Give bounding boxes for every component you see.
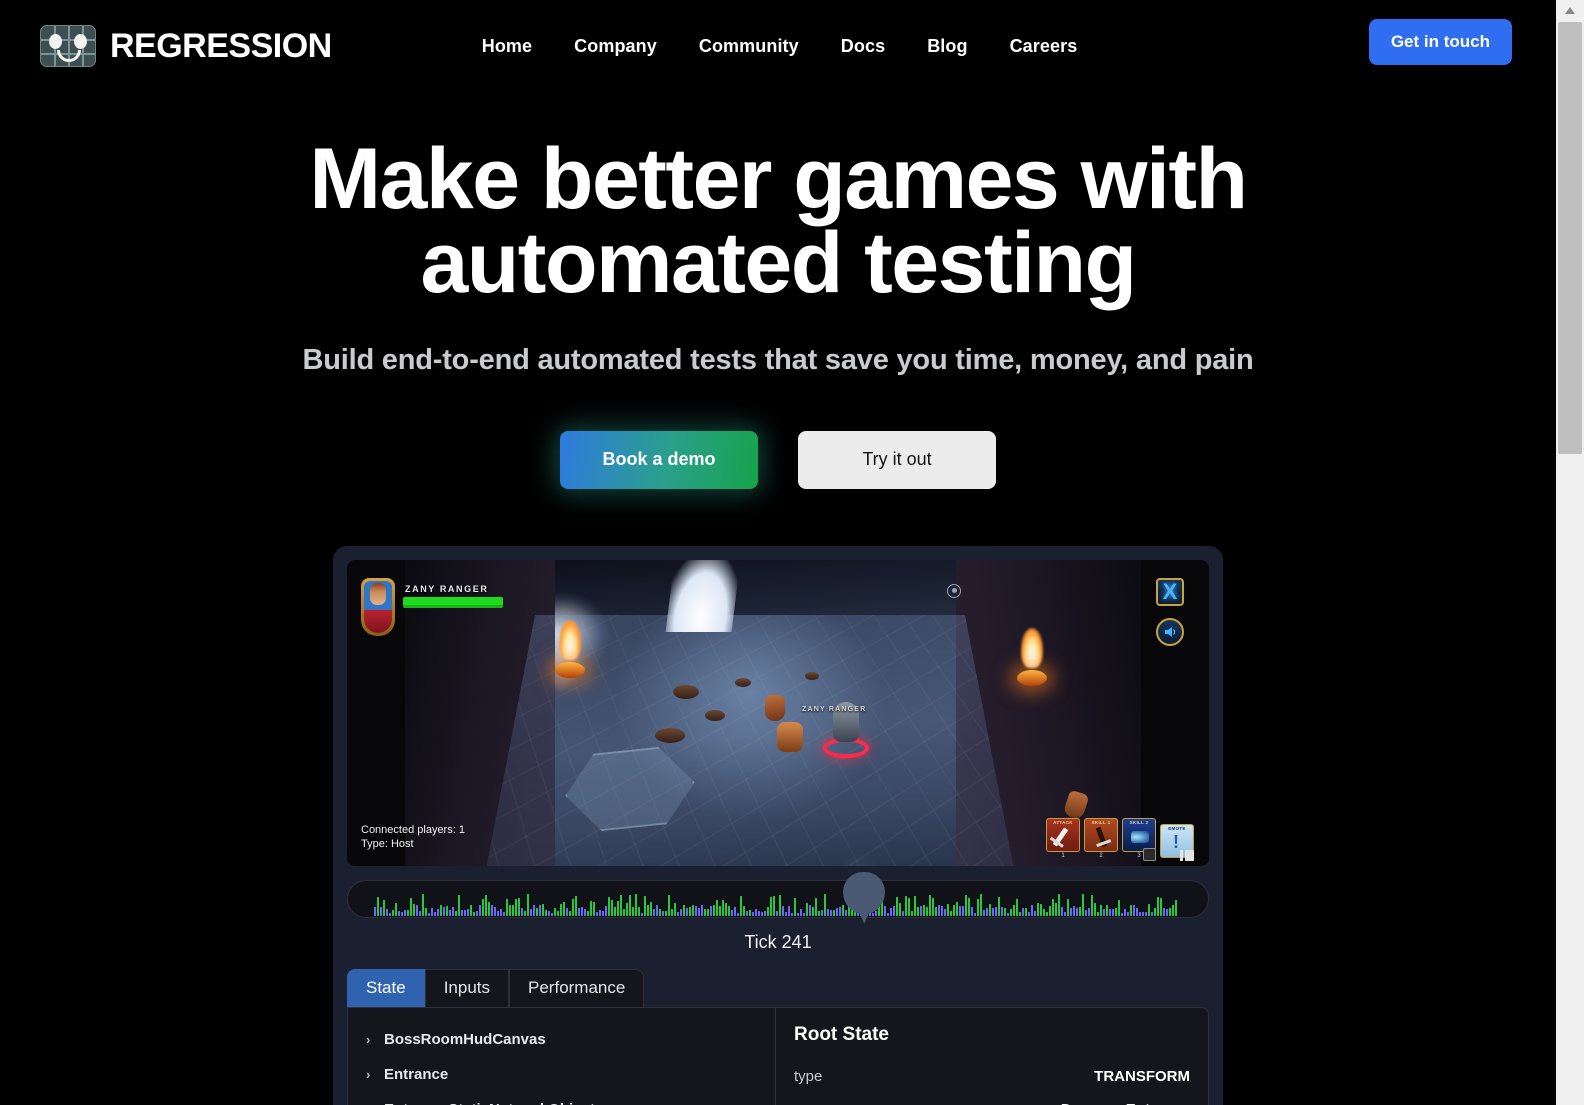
get-in-touch-button[interactable]: Get in touch bbox=[1368, 19, 1512, 65]
close-x-icon[interactable]: X bbox=[1156, 577, 1184, 606]
nav-link-docs[interactable]: Docs bbox=[841, 36, 885, 57]
scrollbar-thumb[interactable] bbox=[1558, 22, 1582, 454]
target-circle-icon bbox=[947, 583, 961, 598]
nav-link-home[interactable]: Home bbox=[482, 36, 532, 57]
page-scrollbar[interactable] bbox=[1556, 0, 1584, 1105]
tree-item-label: Entrance bbox=[384, 1065, 449, 1083]
detail-title: Root State bbox=[794, 1023, 889, 1045]
game-scene-image: ZANY RANGER bbox=[405, 559, 1141, 866]
tick-label: Tick 241 bbox=[744, 931, 812, 952]
brand-name: REGRESSION bbox=[110, 26, 332, 65]
page-root: REGRESSION Home Company Community Docs B… bbox=[0, 0, 1556, 1105]
ability-skill-1[interactable]: SKILL 1 2 bbox=[1084, 817, 1118, 859]
hero-subtitle: Build end-to-end automated tests that sa… bbox=[302, 343, 1254, 376]
detail-key: scene bbox=[794, 1101, 834, 1105]
nav-link-company[interactable]: Company bbox=[574, 36, 657, 57]
tree-item-entrance[interactable]: › Entrance bbox=[348, 1057, 775, 1092]
health-bar bbox=[403, 596, 503, 608]
player-hud: ZANY RANGER bbox=[361, 577, 503, 636]
ability-bar: ATTACK 1 SKILL 1 2 SKILL 2 3 EMOTE! bbox=[1046, 817, 1194, 861]
mask-icon bbox=[1131, 830, 1149, 843]
chevron-right-icon: › bbox=[366, 1031, 371, 1047]
page-title: Make better games with automated testing bbox=[309, 131, 1248, 312]
timeline-scrubber[interactable] bbox=[347, 879, 1209, 918]
tree-item-entrancestaticnetworkobjects[interactable]: › EntranceStaticNetworkObjects bbox=[348, 1092, 775, 1105]
tab-inputs[interactable]: Inputs bbox=[424, 968, 510, 1007]
connection-info: Connected players: 1 Type: Host bbox=[361, 823, 465, 852]
state-detail-panel: Root State type TRANSFORM scene DungeonE… bbox=[776, 1008, 1208, 1105]
tree-item-label: BossRoomHudCanvas bbox=[384, 1030, 546, 1048]
timeline-section: Tick 241 bbox=[347, 871, 1209, 953]
floating-player-name: ZANY RANGER bbox=[802, 705, 867, 713]
chevron-right-icon: › bbox=[366, 1102, 374, 1105]
tab-performance[interactable]: Performance bbox=[509, 968, 645, 1007]
sword-icon bbox=[1052, 826, 1069, 847]
product-demo-panel: ZANY RANGER ZANY RANGER X Connected play… bbox=[333, 545, 1223, 1105]
detail-value: DungeonEntrance bbox=[1061, 1101, 1190, 1105]
tree-item-label: EntranceStaticNetworkObjects bbox=[384, 1101, 603, 1105]
hero-actions: Book a demo Try it out bbox=[0, 430, 1556, 489]
detail-row: scene DungeonEntrance bbox=[794, 1093, 1190, 1105]
speech-exclaim-icon: ! bbox=[1173, 831, 1179, 852]
state-tree: › BossRoomHudCanvas › Entrance › Entranc… bbox=[348, 1007, 776, 1105]
inspector-panels: › BossRoomHudCanvas › Entrance › Entranc… bbox=[347, 1006, 1209, 1105]
nav-links: Home Company Community Docs Blog Careers bbox=[482, 36, 1078, 57]
nav-link-blog[interactable]: Blog bbox=[927, 36, 967, 57]
tab-state[interactable]: State bbox=[347, 968, 425, 1007]
hero-section: Make better games with automated testing… bbox=[0, 92, 1556, 489]
swap-bar-button[interactable] bbox=[1143, 847, 1156, 861]
detail-row: type TRANSFORM bbox=[794, 1060, 1190, 1093]
pause-button[interactable] bbox=[1180, 849, 1194, 861]
nav-link-community[interactable]: Community bbox=[699, 36, 799, 57]
top-navigation-bar: REGRESSION Home Company Community Docs B… bbox=[0, 0, 1556, 92]
connected-players-label: Connected players: 1 bbox=[361, 823, 465, 836]
avatar bbox=[361, 577, 395, 636]
ability-attack[interactable]: ATTACK 1 bbox=[1046, 817, 1080, 859]
book-a-demo-button[interactable]: Book a demo bbox=[560, 430, 758, 489]
smiley-grid-logo-icon bbox=[40, 25, 96, 67]
chevron-right-icon: › bbox=[366, 1066, 371, 1082]
brand-logo[interactable]: REGRESSION bbox=[40, 25, 332, 67]
player-name-label: ZANY RANGER bbox=[405, 583, 489, 594]
nav-link-careers[interactable]: Careers bbox=[1010, 36, 1078, 57]
scroll-up-arrow-icon[interactable] bbox=[1556, 0, 1584, 20]
connection-type-label: Type: Host bbox=[361, 838, 414, 851]
skill-dash-icon bbox=[1095, 826, 1108, 847]
try-it-out-button[interactable]: Try it out bbox=[798, 430, 996, 489]
sound-icon[interactable] bbox=[1156, 617, 1184, 646]
tree-item-bossroomhudcanvas[interactable]: › BossRoomHudCanvas bbox=[348, 1022, 775, 1057]
detail-value: TRANSFORM bbox=[1094, 1067, 1190, 1085]
detail-key: type bbox=[794, 1067, 823, 1085]
timeline-playhead[interactable] bbox=[843, 871, 886, 928]
game-viewport[interactable]: ZANY RANGER ZANY RANGER X Connected play… bbox=[347, 559, 1209, 866]
inspector-tabs: State Inputs Performance bbox=[347, 968, 1209, 1007]
